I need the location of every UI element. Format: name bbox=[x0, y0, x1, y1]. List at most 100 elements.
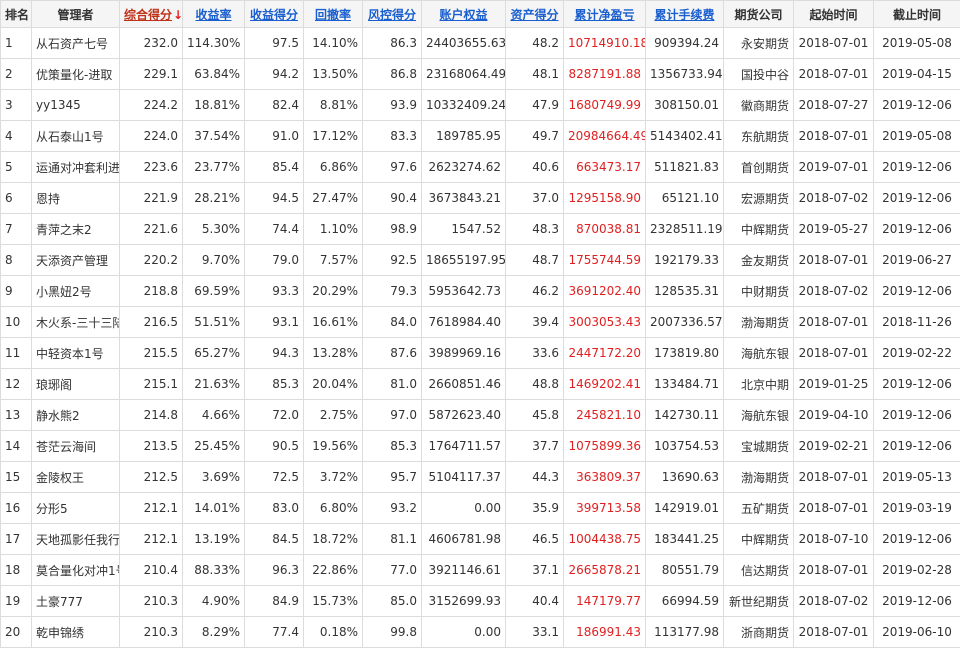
end-date-cell: 2019-05-13 bbox=[873, 461, 960, 493]
return-rate-cell: 8.29% bbox=[182, 616, 245, 648]
manager-name-link[interactable]: 中轻资本1号 bbox=[31, 337, 120, 369]
ranking-table: 排名 管理者 综合得分↓ 收益率 收益得分 回撤率 风控得分 账户权益 资产得分… bbox=[0, 0, 960, 648]
drawdown-cell: 6.80% bbox=[303, 492, 363, 524]
drawdown-cell: 27.47% bbox=[303, 182, 363, 214]
return-score-cell: 82.4 bbox=[244, 89, 304, 121]
start-date-cell: 2018-07-02 bbox=[793, 585, 874, 617]
equity-cell: 3921146.61 bbox=[421, 554, 506, 586]
end-date-cell: 2019-12-06 bbox=[873, 151, 960, 183]
end-date-cell: 2018-11-26 bbox=[873, 306, 960, 338]
header-equity-sort[interactable]: 账户权益 bbox=[421, 0, 506, 28]
fees-cell: 133484.71 bbox=[645, 368, 724, 400]
asset-score-cell: 46.2 bbox=[505, 275, 564, 307]
rank-cell: 19 bbox=[0, 585, 32, 617]
return-score-cell: 83.0 bbox=[244, 492, 304, 524]
return-score-cell: 96.3 bbox=[244, 554, 304, 586]
return-rate-cell: 51.51% bbox=[182, 306, 245, 338]
fees-cell: 183441.25 bbox=[645, 523, 724, 555]
header-return-rate-sort[interactable]: 收益率 bbox=[182, 0, 245, 28]
end-date-cell: 2019-06-10 bbox=[873, 616, 960, 648]
broker-cell: 渤海期货 bbox=[723, 461, 794, 493]
manager-name-link[interactable]: 分形5 bbox=[31, 492, 120, 524]
broker-cell: 海航东银 bbox=[723, 399, 794, 431]
net-pnl-cell: 8287191.88 bbox=[563, 58, 646, 90]
sort-desc-icon: ↓ bbox=[173, 7, 183, 22]
table-row: 9 小黑妞2号 218.8 69.59% 93.3 20.29% 79.3 5953642.7… bbox=[0, 275, 960, 307]
start-date-cell: 2018-07-02 bbox=[793, 275, 874, 307]
net-pnl-cell: 245821.10 bbox=[563, 399, 646, 431]
header-return-score-sort[interactable]: 收益得分 bbox=[244, 0, 304, 28]
header-score-sort[interactable]: 综合得分↓ bbox=[119, 0, 183, 28]
return-score-cell: 90.5 bbox=[244, 430, 304, 462]
manager-name-link[interactable]: 优策量化-进取 bbox=[31, 58, 120, 90]
rank-cell: 11 bbox=[0, 337, 32, 369]
end-date-cell: 2019-05-08 bbox=[873, 27, 960, 59]
start-date-cell: 2018-07-01 bbox=[793, 244, 874, 276]
manager-name-link[interactable]: 苍茫云海间 bbox=[31, 430, 120, 462]
risk-score-cell: 90.4 bbox=[362, 182, 422, 214]
asset-score-cell: 46.5 bbox=[505, 523, 564, 555]
risk-score-cell: 92.5 bbox=[362, 244, 422, 276]
return-score-cell: 85.4 bbox=[244, 151, 304, 183]
drawdown-cell: 0.18% bbox=[303, 616, 363, 648]
end-date-cell: 2019-12-06 bbox=[873, 275, 960, 307]
return-score-cell: 94.2 bbox=[244, 58, 304, 90]
return-rate-cell: 18.81% bbox=[182, 89, 245, 121]
net-pnl-cell: 1075899.36 bbox=[563, 430, 646, 462]
fees-cell: 308150.01 bbox=[645, 89, 724, 121]
header-risk-score-sort[interactable]: 风控得分 bbox=[362, 0, 422, 28]
broker-cell: 中辉期货 bbox=[723, 213, 794, 245]
rank-cell: 12 bbox=[0, 368, 32, 400]
drawdown-cell: 22.86% bbox=[303, 554, 363, 586]
manager-name-link[interactable]: 小黑妞2号 bbox=[31, 275, 120, 307]
manager-name-link[interactable]: 从石资产七号 bbox=[31, 27, 120, 59]
manager-name-link[interactable]: yy1345 bbox=[31, 89, 120, 121]
net-pnl-cell: 363809.37 bbox=[563, 461, 646, 493]
manager-name-link[interactable]: 从石泰山1号 bbox=[31, 120, 120, 152]
manager-name-link[interactable]: 静水熊2 bbox=[31, 399, 120, 431]
header-asset-score-sort[interactable]: 资产得分 bbox=[505, 0, 564, 28]
header-drawdown-sort[interactable]: 回撤率 bbox=[303, 0, 363, 28]
manager-name-link[interactable]: 青萍之末2 bbox=[31, 213, 120, 245]
manager-name-link[interactable]: 金陵权王 bbox=[31, 461, 120, 493]
drawdown-cell: 16.61% bbox=[303, 306, 363, 338]
score-cell: 212.1 bbox=[119, 492, 183, 524]
equity-cell: 4606781.98 bbox=[421, 523, 506, 555]
end-date-cell: 2019-12-06 bbox=[873, 523, 960, 555]
manager-name-link[interactable]: 恩持 bbox=[31, 182, 120, 214]
drawdown-cell: 20.04% bbox=[303, 368, 363, 400]
manager-name-link[interactable]: 天地孤影任我行 bbox=[31, 523, 120, 555]
rank-cell: 1 bbox=[0, 27, 32, 59]
drawdown-cell: 20.29% bbox=[303, 275, 363, 307]
end-date-cell: 2019-03-19 bbox=[873, 492, 960, 524]
equity-cell: 2623274.62 bbox=[421, 151, 506, 183]
risk-score-cell: 93.2 bbox=[362, 492, 422, 524]
net-pnl-cell: 3003053.43 bbox=[563, 306, 646, 338]
asset-score-cell: 37.1 bbox=[505, 554, 564, 586]
return-score-cell: 74.4 bbox=[244, 213, 304, 245]
drawdown-cell: 19.56% bbox=[303, 430, 363, 462]
score-cell: 210.3 bbox=[119, 616, 183, 648]
manager-name-link[interactable]: 莫合量化对冲1号 bbox=[31, 554, 120, 586]
manager-name-link[interactable]: 土豪777 bbox=[31, 585, 120, 617]
score-cell: 224.0 bbox=[119, 120, 183, 152]
header-score-label: 综合得分 bbox=[124, 7, 173, 22]
header-fees-sort[interactable]: 累计手续费 bbox=[645, 0, 724, 28]
asset-score-cell: 44.3 bbox=[505, 461, 564, 493]
table-row: 5 运通对冲套利进 223.6 23.77% 85.4 6.86% 97.6 2623274.… bbox=[0, 151, 960, 183]
fees-cell: 80551.79 bbox=[645, 554, 724, 586]
manager-name-link[interactable]: 琅琊阁 bbox=[31, 368, 120, 400]
risk-score-cell: 86.8 bbox=[362, 58, 422, 90]
manager-name-link[interactable]: 木火系-三十三陆 bbox=[31, 306, 120, 338]
net-pnl-cell: 1004438.75 bbox=[563, 523, 646, 555]
manager-name-link[interactable]: 乾申锦绣 bbox=[31, 616, 120, 648]
drawdown-cell: 15.73% bbox=[303, 585, 363, 617]
manager-name-link[interactable]: 天添资产管理 bbox=[31, 244, 120, 276]
broker-cell: 永安期货 bbox=[723, 27, 794, 59]
asset-score-cell: 35.9 bbox=[505, 492, 564, 524]
drawdown-cell: 17.12% bbox=[303, 120, 363, 152]
rank-cell: 5 bbox=[0, 151, 32, 183]
asset-score-cell: 40.6 bbox=[505, 151, 564, 183]
header-net-pnl-sort[interactable]: 累计净盈亏 bbox=[563, 0, 646, 28]
manager-name-link[interactable]: 运通对冲套利进 bbox=[31, 151, 120, 183]
